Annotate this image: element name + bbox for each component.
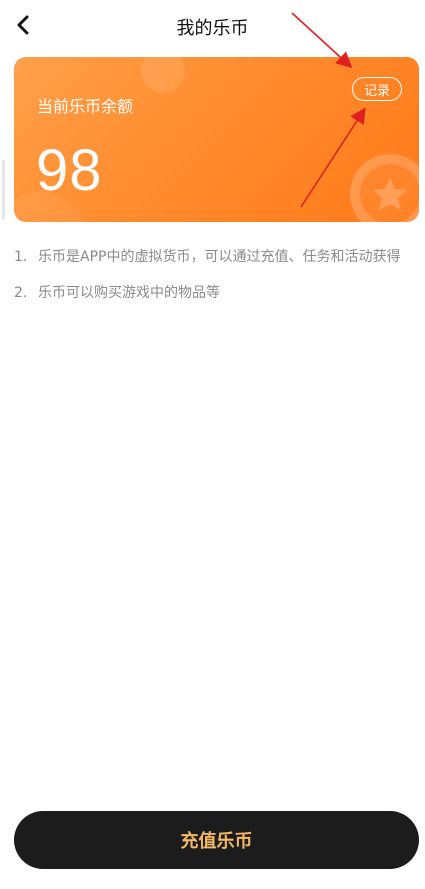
balance-card: 当前乐币余额 98 记录 bbox=[14, 57, 419, 222]
balance-label: 当前乐币余额 bbox=[37, 97, 134, 116]
list-item-number: 1. bbox=[14, 249, 28, 265]
list-item: 1. 乐币是APP中的虚拟货币，可以通过充值、任务和活动获得 bbox=[14, 246, 414, 268]
record-button[interactable]: 记录 bbox=[352, 77, 402, 101]
list-item: 2. 乐币可以购买游戏中的物品等 bbox=[14, 282, 414, 304]
list-item-number: 2. bbox=[14, 285, 28, 301]
top-bar: 我的乐币 bbox=[0, 0, 425, 52]
recharge-button-label: 充值乐币 bbox=[180, 831, 253, 852]
list-item-text: 乐币是APP中的虚拟货币，可以通过充值、任务和活动获得 bbox=[38, 249, 401, 265]
coin-decoration bbox=[141, 57, 185, 93]
scroll-indicator bbox=[2, 160, 5, 220]
list-item-text: 乐币可以购买游戏中的物品等 bbox=[38, 285, 220, 301]
coin-star-decoration bbox=[350, 154, 419, 222]
recharge-button[interactable]: 充值乐币 bbox=[14, 811, 419, 869]
notes-list: 1. 乐币是APP中的虚拟货币，可以通过充值、任务和活动获得 2. 乐币可以购买… bbox=[14, 246, 414, 318]
page-title: 我的乐币 bbox=[176, 18, 249, 39]
star-icon bbox=[373, 178, 407, 210]
balance-value: 98 bbox=[36, 138, 103, 203]
